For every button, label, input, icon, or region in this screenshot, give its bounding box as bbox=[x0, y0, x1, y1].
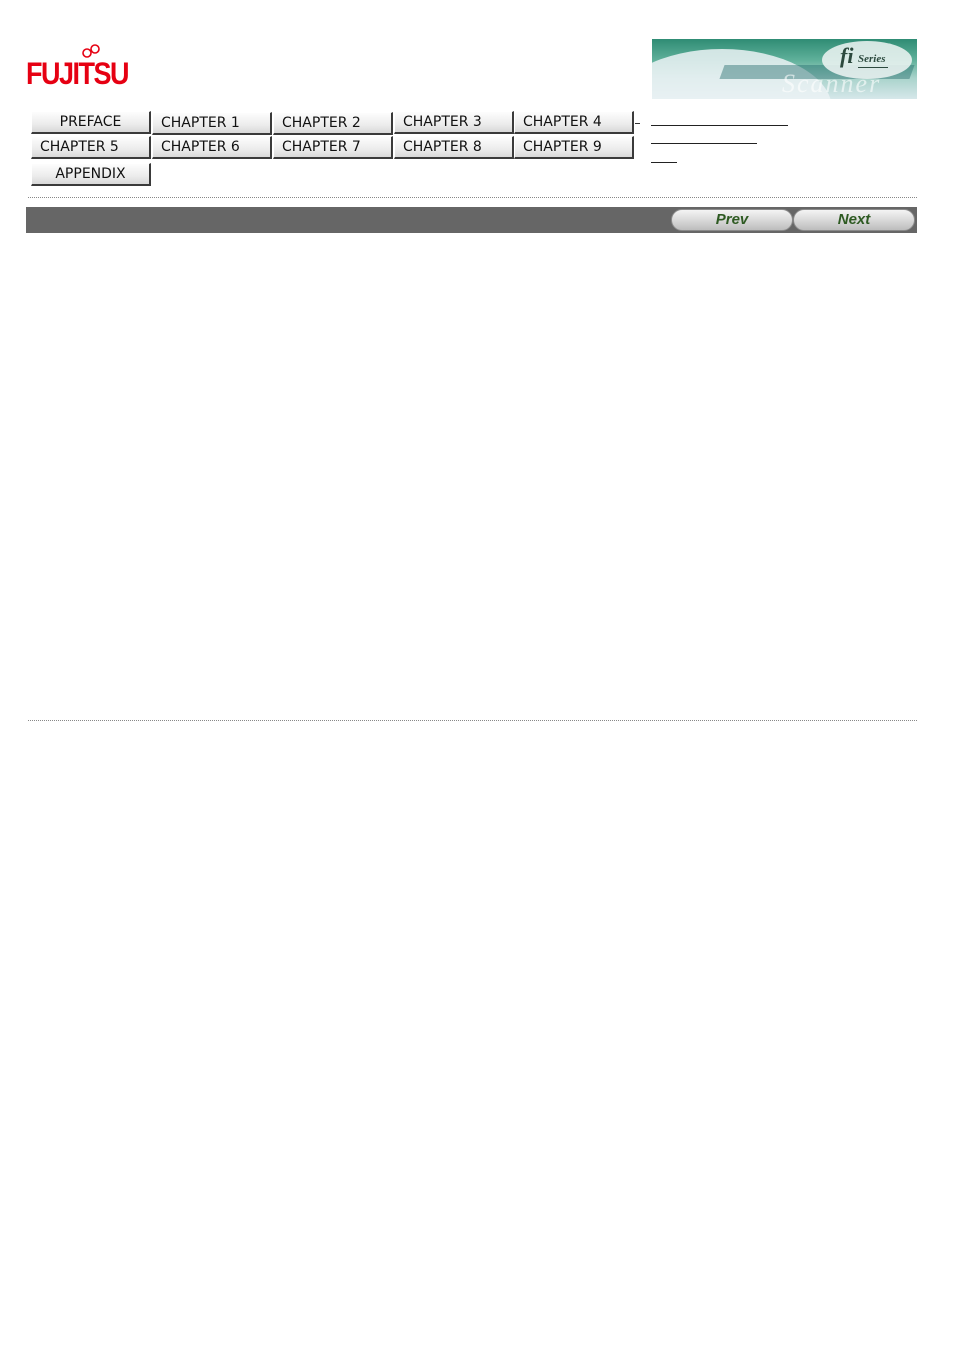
next-button[interactable]: Next bbox=[793, 209, 915, 231]
bottom-separator bbox=[28, 720, 917, 721]
prev-button[interactable]: Prev bbox=[671, 209, 793, 231]
nav-chapter-3-button[interactable]: CHAPTER 3 bbox=[394, 111, 514, 134]
logo-text: FUJITSU bbox=[26, 56, 130, 91]
nav-chapter-6-button[interactable]: CHAPTER 6 bbox=[152, 136, 272, 159]
nav-chapter-8-button[interactable]: CHAPTER 8 bbox=[394, 136, 514, 159]
nav-chapter-5-button[interactable]: CHAPTER 5 bbox=[31, 136, 151, 159]
nav-chapter-2-button[interactable]: CHAPTER 2 bbox=[273, 112, 393, 135]
side-link-1[interactable] bbox=[651, 124, 788, 126]
banner-brand: fi bbox=[840, 43, 854, 68]
nav-chapter-4-button[interactable]: CHAPTER 4 bbox=[514, 111, 634, 134]
nav-chapter-9-button[interactable]: CHAPTER 9 bbox=[514, 136, 634, 159]
nav-chapter-1-button[interactable]: CHAPTER 1 bbox=[152, 112, 272, 135]
fi-series-banner: Scanner fi Series bbox=[652, 39, 917, 99]
top-separator bbox=[28, 197, 917, 198]
nav-appendix-button[interactable]: APPENDIX bbox=[31, 163, 151, 186]
page-toolbar: Prev Next bbox=[26, 207, 917, 233]
banner-series-underline bbox=[858, 67, 888, 68]
nav-preface-button[interactable]: PREFACE bbox=[31, 111, 151, 134]
side-link-3[interactable] bbox=[651, 161, 677, 163]
side-link-2[interactable] bbox=[651, 142, 757, 144]
fujitsu-logo: FUJITSU bbox=[26, 44, 130, 96]
banner-series: Series bbox=[858, 53, 886, 65]
nav-chapter-7-button[interactable]: CHAPTER 7 bbox=[273, 136, 393, 159]
nav-connector-tick bbox=[635, 123, 640, 124]
